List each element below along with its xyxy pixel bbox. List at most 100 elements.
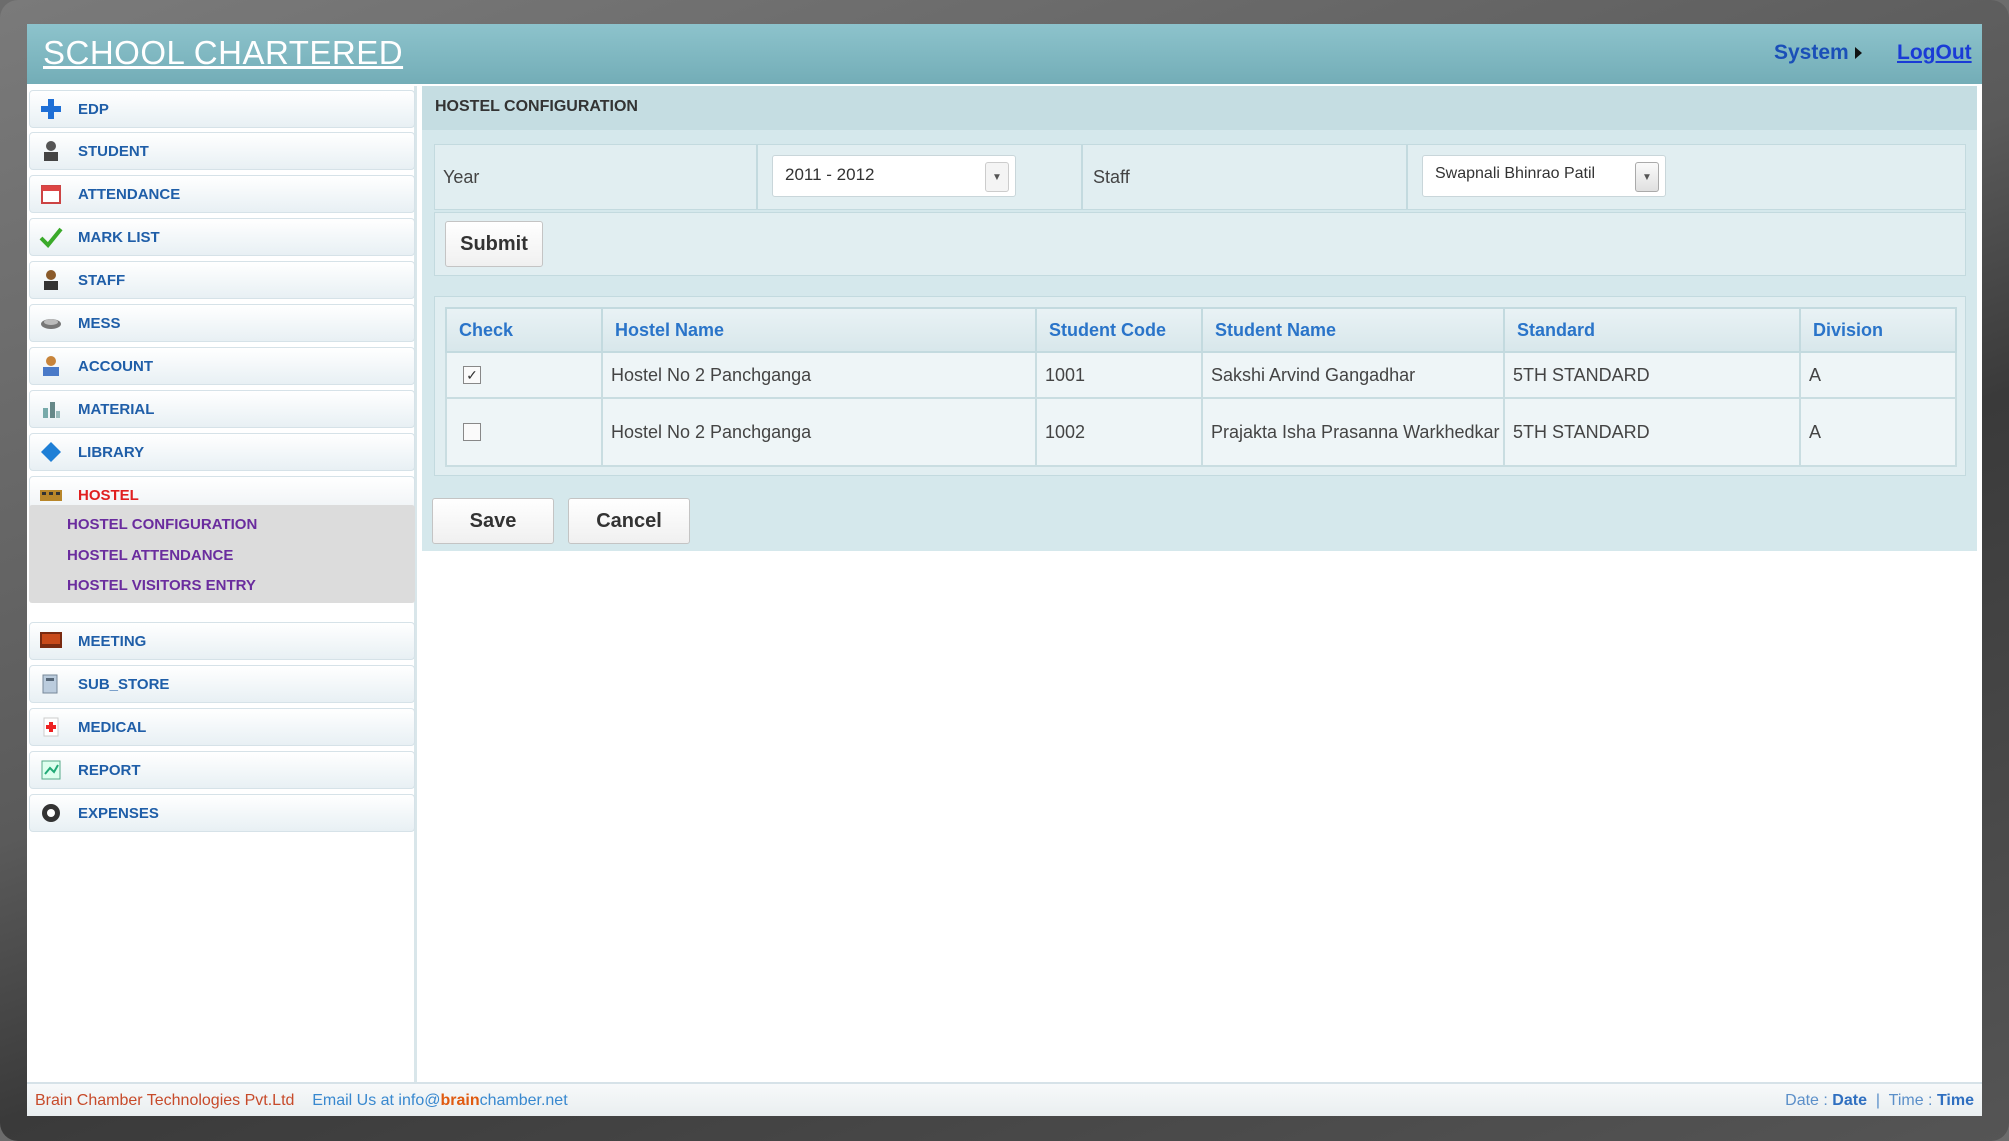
standard-cell: 5TH STANDARD — [1503, 351, 1801, 399]
year-select-cell: 2011 - 2012 ▼ — [760, 145, 1083, 209]
email-suffix: chamber.net — [479, 1092, 568, 1109]
table-row: ✓ Hostel No 2 Panchganga 1001 Sakshi Arv… — [445, 351, 1957, 399]
filter-form-row: Year 2011 - 2012 ▼ Staff Swapnali Bhinra… — [434, 144, 1966, 210]
sidebar-item-label: REPORT — [78, 761, 141, 779]
mess-icon — [38, 310, 64, 336]
chevron-down-icon[interactable]: ▼ — [1635, 162, 1659, 192]
sidebar-item-account[interactable]: ACCOUNT — [29, 347, 415, 385]
sidebar-item-label: MEDICAL — [78, 718, 147, 736]
submit-row: Submit — [434, 212, 1966, 276]
year-label-cell: Year — [435, 145, 758, 209]
footer-bar: Brain Chamber Technologies Pvt.Ltd Email… — [27, 1082, 1982, 1116]
hostel-name-cell: Hostel No 2 Panchganga — [601, 397, 1037, 467]
standard-cell: 5TH STANDARD — [1503, 397, 1801, 467]
submenu-hostel-attendance[interactable]: HOSTEL ATTENDANCE — [67, 547, 233, 564]
year-select[interactable]: 2011 - 2012 ▼ — [772, 155, 1016, 197]
division-cell: A — [1799, 397, 1957, 467]
submit-button[interactable]: Submit — [445, 221, 543, 267]
sidebar-item-mess[interactable]: MESS — [29, 304, 415, 342]
top-header: SCHOOL CHARTERED System LogOut — [27, 24, 1982, 84]
sidebar-item-label: HOSTEL — [78, 486, 139, 504]
library-icon — [38, 439, 64, 465]
sidebar-item-label: SUB_STORE — [78, 675, 170, 693]
row-checkbox-checked[interactable]: ✓ — [463, 366, 481, 384]
sidebar-item-report[interactable]: REPORT — [29, 751, 415, 789]
footer-credits: Brain Chamber Technologies Pvt.Ltd Email… — [35, 1092, 568, 1110]
account-icon — [38, 353, 64, 379]
chevron-down-icon[interactable]: ▼ — [985, 162, 1009, 192]
calendar-icon — [38, 181, 64, 207]
check-cell — [445, 397, 603, 467]
plus-icon — [38, 96, 64, 122]
report-icon — [38, 757, 64, 783]
sidebar-item-attendance[interactable]: ATTENDANCE — [29, 175, 415, 213]
staff-select-value: Swapnali Bhinrao Patil — [1435, 165, 1596, 182]
expenses-icon — [38, 800, 64, 826]
column-header-hostel-name: Hostel Name — [601, 307, 1037, 353]
sidebar-item-label: LIBRARY — [78, 443, 145, 461]
sidebar-item-staff[interactable]: STAFF — [29, 261, 415, 299]
date-label: Date : — [1785, 1092, 1833, 1109]
sidebar-item-label: MARK LIST — [78, 228, 160, 246]
sidebar-item-label: STAFF — [78, 271, 126, 289]
staff-label: Staff — [1093, 167, 1130, 187]
sidebar-item-sub-store[interactable]: SUB_STORE — [29, 665, 415, 703]
hostel-submenu: HOSTEL CONFIGURATION HOSTEL ATTENDANCE H… — [29, 505, 415, 603]
email-prefix: Email Us at info@ — [312, 1092, 441, 1109]
save-button[interactable]: Save — [432, 498, 554, 544]
medical-icon — [38, 714, 64, 740]
students-table-wrapper: Check Hostel Name Student Code Student N… — [434, 296, 1966, 476]
column-header-check: Check — [445, 307, 603, 353]
row-checkbox-unchecked[interactable] — [463, 423, 481, 441]
table-row: Hostel No 2 Panchganga 1002 Prajakta Ish… — [445, 397, 1957, 467]
brand-link[interactable]: SCHOOL CHARTERED — [43, 34, 403, 72]
footer-datetime: Date : Date | Time : Time — [1785, 1092, 1974, 1109]
logout-link[interactable]: LogOut — [1897, 41, 1972, 65]
student-code-cell: 1001 — [1035, 351, 1203, 399]
system-menu[interactable]: System — [1774, 41, 1862, 65]
student-code-cell: 1002 — [1035, 397, 1203, 467]
meeting-icon — [38, 628, 64, 654]
student-icon — [38, 138, 64, 164]
check-cell: ✓ — [445, 351, 603, 399]
hostel-name-cell: Hostel No 2 Panchganga — [601, 351, 1037, 399]
email-highlight: brain — [440, 1092, 480, 1109]
column-header-division: Division — [1799, 307, 1957, 353]
sidebar-item-label: STUDENT — [78, 142, 149, 160]
sidebar-item-mark-list[interactable]: MARK LIST — [29, 218, 415, 256]
sidebar-item-label: EDP — [78, 100, 109, 118]
student-name-cell: Sakshi Arvind Gangadhar — [1201, 351, 1505, 399]
page-title: HOSTEL CONFIGURATION — [435, 98, 638, 115]
app-window: SCHOOL CHARTERED System LogOut EDP STUDE… — [27, 24, 1982, 1116]
staff-select[interactable]: Swapnali Bhinrao Patil ▼ — [1422, 155, 1666, 197]
column-header-standard: Standard — [1503, 307, 1801, 353]
column-header-student-name: Student Name — [1201, 307, 1505, 353]
system-menu-label: System — [1774, 41, 1849, 64]
time-label: Time : — [1888, 1092, 1937, 1109]
sidebar-item-label: MATERIAL — [78, 400, 155, 418]
sidebar-item-material[interactable]: MATERIAL — [29, 390, 415, 428]
staff-label-cell: Staff — [1085, 145, 1408, 209]
date-value: Date — [1832, 1092, 1867, 1109]
column-header-student-code: Student Code — [1035, 307, 1203, 353]
staff-icon — [38, 267, 64, 293]
sidebar-item-meeting[interactable]: MEETING — [29, 622, 415, 660]
students-table: Check Hostel Name Student Code Student N… — [445, 307, 1957, 467]
sidebar-item-library[interactable]: LIBRARY — [29, 433, 415, 471]
caret-right-icon — [1854, 47, 1862, 59]
table-header-row: Check Hostel Name Student Code Student N… — [445, 307, 1957, 353]
cancel-button[interactable]: Cancel — [568, 498, 690, 544]
sidebar-item-edp[interactable]: EDP — [29, 90, 415, 128]
staff-select-cell: Swapnali Bhinrao Patil ▼ — [1410, 145, 1965, 209]
sidebar-item-label: ACCOUNT — [78, 357, 153, 375]
sidebar-item-medical[interactable]: MEDICAL — [29, 708, 415, 746]
company-name: Brain Chamber Technologies Pvt.Ltd — [35, 1092, 295, 1109]
submenu-hostel-configuration[interactable]: HOSTEL CONFIGURATION — [67, 516, 257, 533]
sidebar-item-label: MEETING — [78, 632, 147, 650]
panel-title-bar: HOSTEL CONFIGURATION — [422, 86, 1977, 130]
sidebar-item-expenses[interactable]: EXPENSES — [29, 794, 415, 832]
division-cell: A — [1799, 351, 1957, 399]
sidebar-item-student[interactable]: STUDENT — [29, 132, 415, 170]
check-icon — [38, 224, 64, 250]
submenu-hostel-visitors-entry[interactable]: HOSTEL VISITORS ENTRY — [67, 577, 256, 594]
